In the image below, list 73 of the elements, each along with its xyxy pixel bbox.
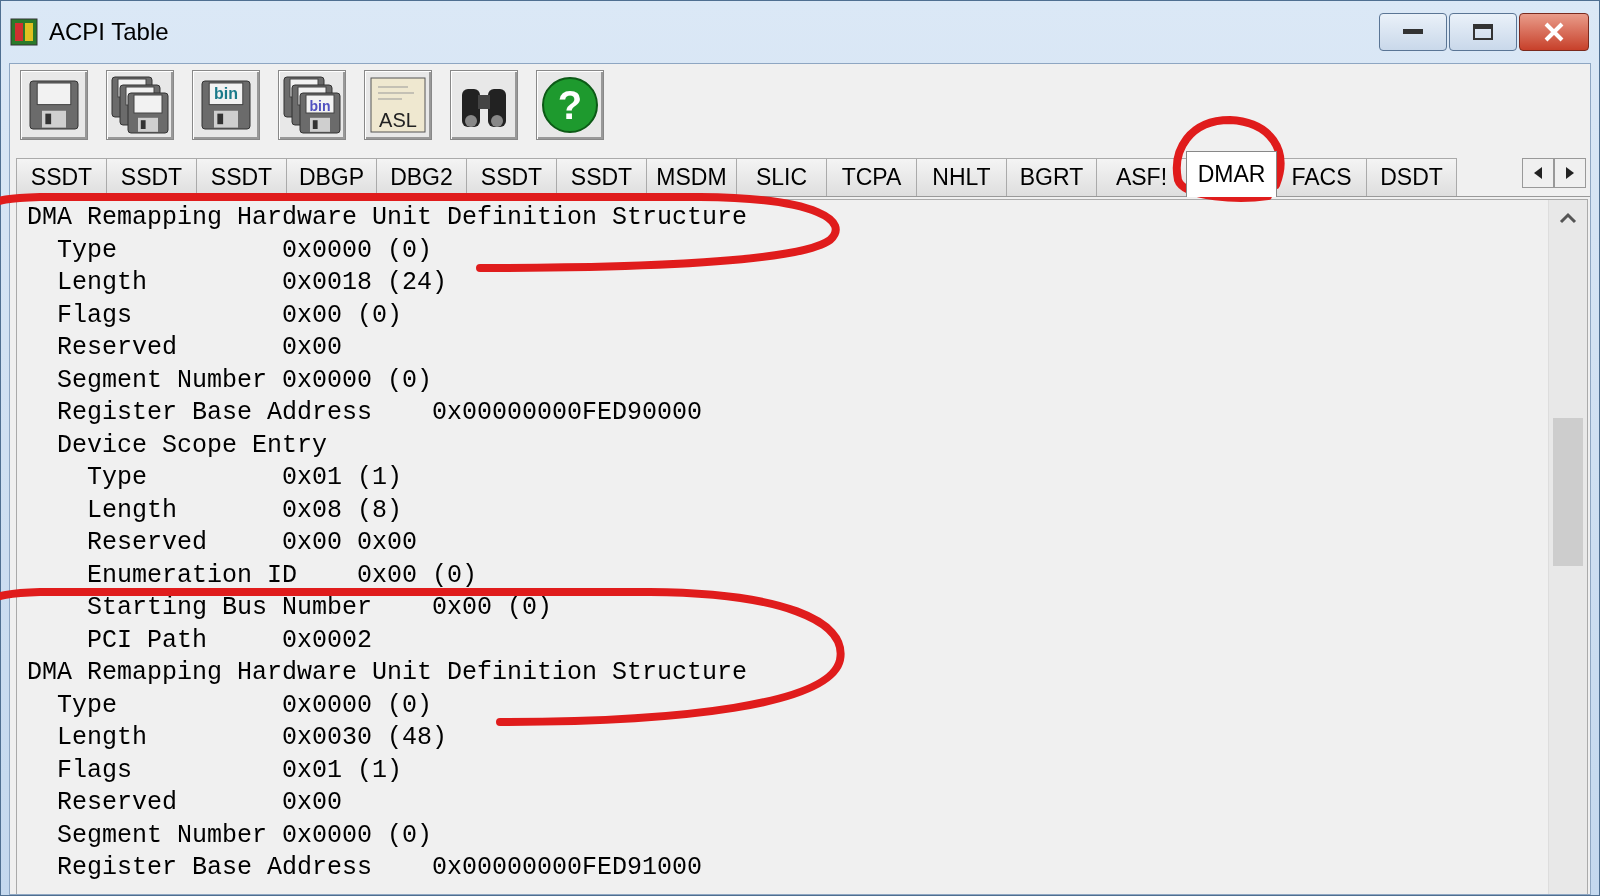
field-label: Reserved [57,788,178,818]
table-tab[interactable]: DBGP [286,158,377,196]
field-label: Flags [57,755,132,785]
field-value: 0x0000 (0) [282,821,433,850]
field-label: Length [57,723,147,753]
table-tab[interactable]: NHLT [916,158,1007,196]
field-value: 0x0000 (0) [282,691,433,720]
field-label: Type [57,235,117,265]
field-value: 0x0018 (24) [282,269,448,298]
table-tab[interactable]: TCPA [826,158,917,196]
scroll-left-button[interactable] [1522,158,1554,188]
field-label: Register Base Address [57,398,373,428]
field-value: 0x00 [282,334,343,363]
table-tab[interactable]: BGRT [1006,158,1097,196]
field-value: 0x01 (1) [282,464,403,493]
table-tab[interactable]: DBG2 [376,158,467,196]
field-label: DMA Remapping Hardware Unit Definition Structure [27,658,748,688]
scrollbar[interactable] [1548,200,1587,894]
field-value: 0x00 [282,789,343,818]
table-tab[interactable]: FACS [1276,158,1367,196]
table-tab[interactable]: ASF! [1096,158,1187,196]
field-label: Reserved [57,333,178,363]
left-arrow-icon [1534,167,1542,179]
minimize-icon [1403,29,1423,35]
table-tab[interactable]: SSDT [466,158,557,196]
field-value: 0x00000000FED91000 [432,854,703,883]
field-label: Type [57,690,117,720]
toolbar-button[interactable] [20,70,88,140]
field-value: 0x01 (1) [282,756,403,785]
field-label: Length [87,495,177,525]
field-label: Flags [57,300,132,330]
maximize-icon [1473,24,1493,40]
field-label: Device Scope Entry [57,430,328,460]
field-value: 0x0030 (48) [282,724,448,753]
field-label: Starting Bus Number [87,593,373,623]
close-icon [1543,22,1565,42]
chip-icon [9,17,39,47]
field-label: Segment Number [57,820,268,850]
field-value: 0x00 (0) [357,561,478,590]
table-tab[interactable]: SSDT [16,158,107,196]
scroll-right-button[interactable] [1554,158,1586,188]
table-tab[interactable]: DMAR [1186,151,1277,197]
window-title: ACPI Table [49,18,169,46]
field-value: 0x08 (8) [282,496,403,525]
field-label: Register Base Address [57,853,373,883]
field-label: PCI Path [87,625,208,655]
table-tab[interactable]: SLIC [736,158,827,196]
field-value: 0x0000 (0) [282,236,433,265]
floppy-disks-icon [110,75,170,135]
field-value: 0x00 (0) [432,594,553,623]
minimize-button[interactable] [1379,13,1447,51]
table-tab[interactable]: DSDT [1366,158,1457,196]
scrollbar-thumb[interactable] [1553,418,1583,566]
field-value: 0x00000000FED90000 [432,399,703,428]
field-value: 0x00 (0) [282,301,403,330]
toolbar-button[interactable] [106,70,174,140]
toolbar-button[interactable] [450,70,518,140]
field-label: DMA Remapping Hardware Unit Definition Structure [27,203,748,233]
table-tab[interactable]: SSDT [106,158,197,196]
close-button[interactable] [1519,13,1589,51]
field-value: 0x0002 [282,626,373,655]
field-value: 0x00 0x00 [282,529,418,558]
right-arrow-icon [1566,167,1574,179]
field-label: Segment Number [57,365,268,395]
field-label: Reserved [87,528,208,558]
table-tab[interactable]: SSDT [556,158,647,196]
table-tab[interactable]: MSDM [646,158,737,196]
field-label: Length [57,268,147,298]
field-label: Enumeration ID [87,560,298,590]
table-tab[interactable]: SSDT [196,158,287,196]
field-value: 0x0000 (0) [282,366,433,395]
field-label: Type [87,463,147,493]
maximize-button[interactable] [1449,13,1517,51]
